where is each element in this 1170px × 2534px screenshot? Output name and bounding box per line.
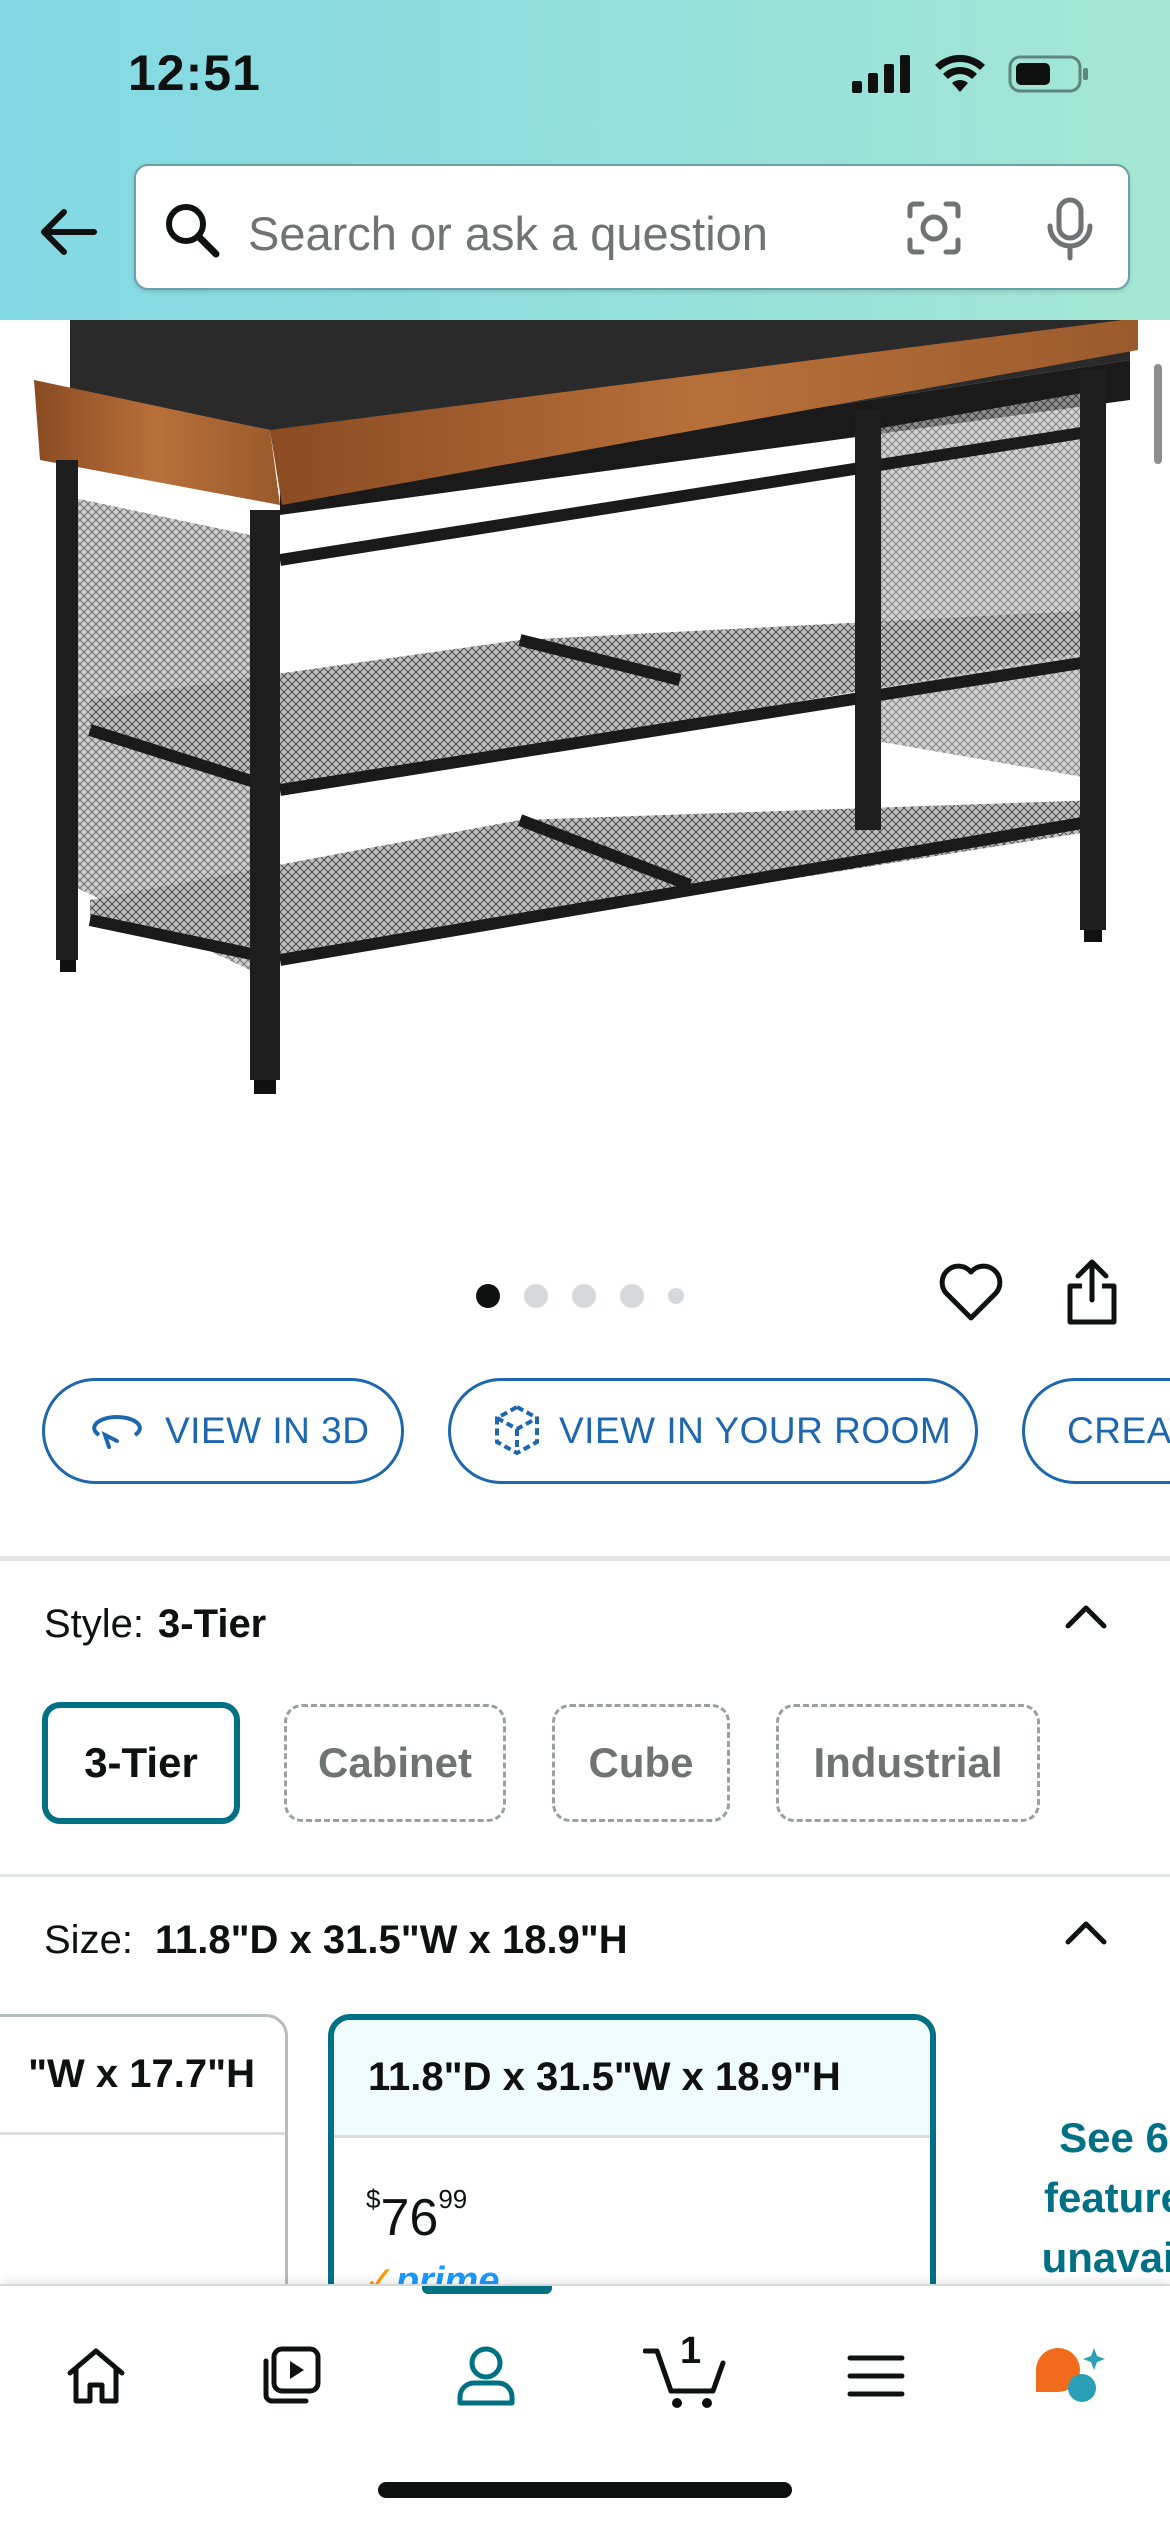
hamburger-menu-icon xyxy=(847,2355,905,2397)
product-image-shoe-bench[interactable] xyxy=(0,320,1170,1220)
microphone-icon[interactable] xyxy=(1042,196,1098,262)
home-indicator xyxy=(378,2482,792,2498)
scroll-indicator xyxy=(1154,364,1162,464)
tab-video[interactable] xyxy=(240,2326,340,2426)
style-option-industrial[interactable]: Industrial xyxy=(776,1704,1040,1822)
image-pagination-dots xyxy=(476,1284,684,1308)
status-time: 12:51 xyxy=(128,45,261,101)
view-in-your-room-button[interactable]: VIEW IN YOUR ROOM xyxy=(448,1378,978,1484)
create-button[interactable]: CREAT xyxy=(1022,1378,1170,1484)
cellular-signal-icon xyxy=(852,55,910,93)
wifi-icon xyxy=(935,54,985,92)
style-selected-value: 3-Tier xyxy=(158,1602,267,1646)
camera-lens-icon[interactable] xyxy=(904,198,964,258)
style-label: Style: 3-Tier xyxy=(44,1602,267,1646)
rufus-assistant-icon xyxy=(1036,2348,1105,2402)
view-in-your-room-label: VIEW IN YOUR ROOM xyxy=(559,1410,952,1451)
status-icons xyxy=(852,54,1090,94)
see-unavailable-options-link[interactable]: See 6 feature unavail xyxy=(1004,2108,1170,2288)
search-placeholder: Search or ask a question xyxy=(248,207,768,260)
tab-account[interactable] xyxy=(436,2326,536,2426)
size-option-title: "W x 17.7"H xyxy=(0,2017,285,2135)
back-arrow-icon[interactable] xyxy=(36,200,100,264)
search-icon xyxy=(166,204,220,258)
pagination-dot-active xyxy=(476,1284,500,1308)
ar-cube-icon xyxy=(495,1404,539,1456)
share-icon[interactable] xyxy=(1064,1258,1120,1328)
pagination-dot xyxy=(524,1284,548,1308)
app-header: 12:51 Search or ask a question xyxy=(0,0,1170,320)
style-option-cabinet[interactable]: Cabinet xyxy=(284,1704,506,1822)
tab-cart[interactable]: 1 xyxy=(630,2326,740,2426)
tab-rufus-assistant[interactable] xyxy=(1020,2326,1120,2426)
section-divider xyxy=(0,1874,1170,1877)
create-label: CREAT xyxy=(1067,1410,1170,1451)
view-in-3d-button[interactable]: VIEW IN 3D xyxy=(42,1378,404,1484)
tab-menu[interactable] xyxy=(826,2326,926,2426)
section-divider xyxy=(0,1556,1170,1561)
battery-icon xyxy=(1008,55,1088,93)
style-option-3-tier[interactable]: 3-Tier xyxy=(42,1702,240,1824)
size-selected-value: 11.8"D x 31.5"W x 18.9"H xyxy=(154,1918,628,1962)
heart-icon[interactable] xyxy=(936,1260,1006,1324)
video-icon xyxy=(263,2346,321,2404)
active-tab-indicator xyxy=(422,2286,552,2294)
rotate-3d-icon xyxy=(92,1414,142,1449)
pagination-dot xyxy=(620,1284,644,1308)
collapse-style-chevron-up-icon[interactable] xyxy=(1062,1600,1110,1630)
tab-home[interactable] xyxy=(46,2326,146,2426)
home-icon xyxy=(67,2348,125,2404)
search-input[interactable]: Search or ask a question xyxy=(134,164,1130,290)
collapse-size-chevron-up-icon[interactable] xyxy=(1062,1916,1110,1946)
size-option-title: 11.8"D x 31.5"W x 18.9"H xyxy=(334,2020,930,2138)
account-person-icon xyxy=(457,2346,515,2406)
pagination-dot xyxy=(668,1288,684,1304)
size-label: Size: 11.8"D x 31.5"W x 18.9"H xyxy=(44,1918,628,1962)
pagination-dot xyxy=(572,1284,596,1308)
view-in-3d-label: VIEW IN 3D xyxy=(165,1410,370,1451)
cart-count-badge: 1 xyxy=(680,2330,702,2372)
price: $7699 xyxy=(366,2184,468,2247)
style-option-cube[interactable]: Cube xyxy=(552,1704,730,1822)
